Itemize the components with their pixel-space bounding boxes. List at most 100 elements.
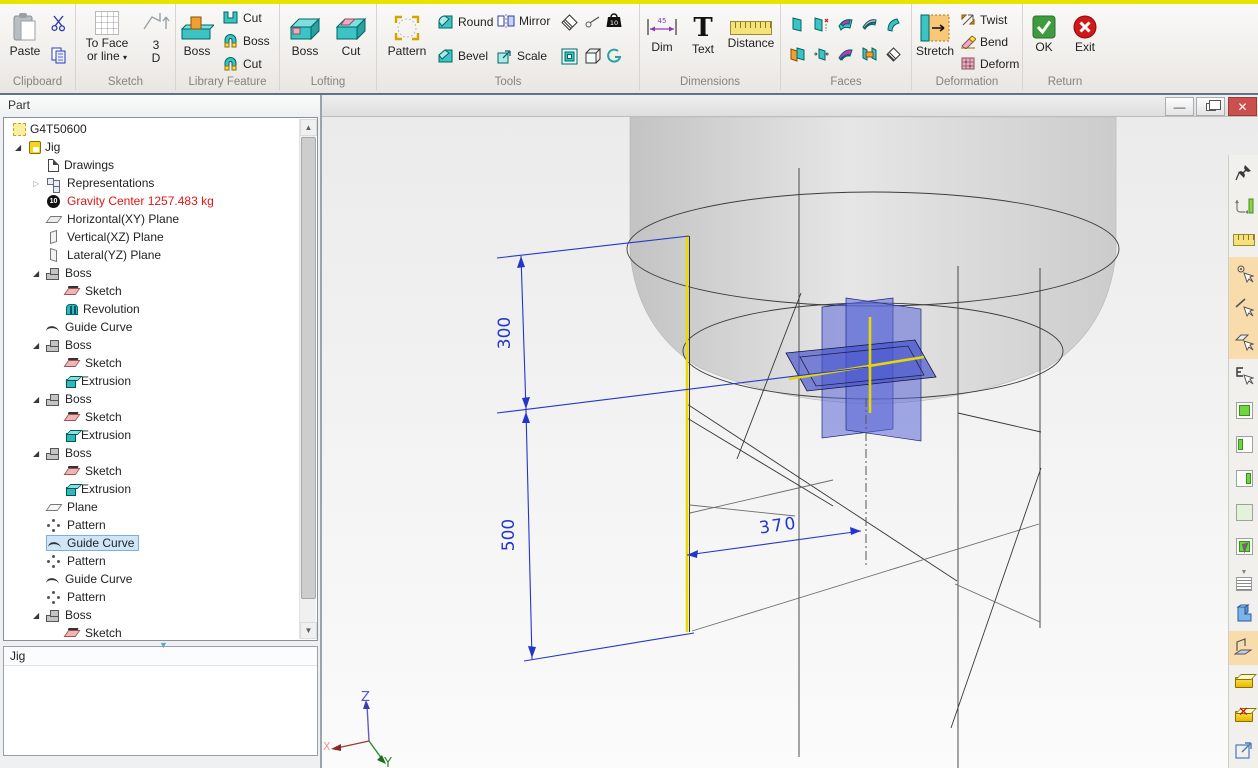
face-tool-8-button[interactable] [837, 46, 854, 62]
tree-item-root[interactable]: G4T50600 [5, 120, 299, 138]
scale-button[interactable]: Scale [497, 48, 547, 64]
deform-button[interactable]: Deform [960, 56, 1019, 71]
face-tool-1-button[interactable] [789, 16, 804, 33]
tree-item-jig[interactable]: ◢Jig [5, 138, 299, 156]
solid-tool-button[interactable] [1229, 597, 1258, 631]
copy-button[interactable] [50, 46, 68, 64]
dim-button[interactable]: 45 Dim [642, 10, 682, 76]
tree-scrollbar[interactable]: ▲ ▼ [299, 119, 316, 639]
pick-view-face-button[interactable] [1229, 529, 1258, 563]
face-tool-4-button[interactable] [861, 16, 878, 32]
tree-item-lateral-plane[interactable]: Lateral(YZ) Plane [5, 246, 299, 264]
view-right-button[interactable] [1229, 461, 1258, 495]
tree-item-extrusion[interactable]: Extrusion [5, 480, 299, 498]
face-tool-9-button[interactable] [861, 46, 878, 62]
tree-item-pattern[interactable]: Pattern [5, 552, 299, 570]
scrollbar-thumb[interactable] [301, 137, 316, 599]
dimension-value-500[interactable]: 500 [499, 519, 519, 551]
shell-button[interactable] [561, 48, 578, 65]
twist-button[interactable]: Twist [960, 12, 1007, 27]
tree-item-sketch[interactable]: Sketch [5, 462, 299, 480]
scroll-down-button[interactable]: ▼ [300, 622, 317, 639]
tree-item-guide-curve-selected[interactable]: Guide Curve [5, 534, 299, 552]
tree-item-boss[interactable]: ◢Boss [5, 390, 299, 408]
face-tool-3-button[interactable] [837, 16, 854, 32]
tree-item-extrusion[interactable]: Extrusion [5, 426, 299, 444]
round-button[interactable]: Round [437, 14, 493, 30]
minimize-button[interactable]: — [1165, 97, 1194, 116]
tree-item-vertical-plane[interactable]: Vertical(XZ) Plane [5, 228, 299, 246]
paste-button[interactable]: Paste [4, 8, 46, 72]
sketch-3d-button[interactable]: 3D [138, 6, 174, 80]
tree-item-gravity-center[interactable]: 10Gravity Center 1257.483 kg [5, 192, 299, 210]
view-left-button[interactable] [1229, 427, 1258, 461]
distance-button[interactable]: Distance [724, 10, 778, 76]
pattern-button[interactable]: Pattern [383, 8, 431, 76]
tree-item-guide-curve[interactable]: Guide Curve [5, 318, 299, 336]
face-tool-2-button[interactable] [813, 16, 830, 33]
tree-item-boss[interactable]: ◢Boss [5, 264, 299, 282]
close-button[interactable]: ✕ [1228, 97, 1257, 116]
wireframe-cube-button[interactable] [585, 48, 602, 65]
tree-item-pattern[interactable]: Pattern [5, 516, 299, 534]
library-magnet-boss-button[interactable]: Boss [222, 33, 270, 48]
exit-button[interactable]: Exit [1067, 10, 1103, 72]
tree-item-pattern[interactable]: Pattern [5, 588, 299, 606]
collapse-arrow-icon[interactable]: ▷ [33, 179, 46, 188]
face-tool-10-button[interactable] [885, 46, 902, 63]
weight-button[interactable]: 10 [605, 12, 623, 30]
expand-arrow-icon[interactable]: ◢ [33, 341, 46, 350]
stretch-button[interactable]: Stretch [914, 8, 956, 76]
bend-button[interactable]: Bend [960, 34, 1008, 49]
dimension-value-300[interactable]: 300 [495, 317, 515, 349]
select-face-button[interactable] [1229, 325, 1258, 359]
bevel-button[interactable]: Bevel [437, 48, 488, 64]
face-tool-5-button[interactable] [885, 16, 900, 32]
library-boss-button[interactable]: Boss [178, 8, 216, 76]
measure-tool-button[interactable] [1229, 223, 1258, 257]
tree-item-boss[interactable]: ◢Boss [5, 606, 299, 624]
tree-item-sketch[interactable]: Sketch [5, 282, 299, 300]
tree-item-plane[interactable]: Plane [5, 498, 299, 516]
library-magnet-cut-button[interactable]: Cut [222, 56, 262, 71]
expand-arrow-icon[interactable]: ◢ [33, 611, 46, 620]
loft-cut-button[interactable]: Cut [330, 8, 372, 76]
blank-face-button[interactable] [561, 14, 578, 31]
reorient-view-button[interactable] [1229, 189, 1258, 223]
expand-arrow-icon[interactable]: ◢ [33, 269, 46, 278]
tree-item-boss[interactable]: ◢Boss [5, 336, 299, 354]
view-iso-button[interactable] [1229, 495, 1258, 529]
tree-item-boss[interactable]: ◢Boss [5, 444, 299, 462]
mirror-button[interactable]: Mirror [497, 14, 550, 28]
tree-item-drawings[interactable]: Drawings [5, 156, 299, 174]
pin-toolbar-button[interactable] [1229, 155, 1258, 189]
tree-item-sketch[interactable]: Sketch [5, 354, 299, 372]
tree-item-revolution[interactable]: Revolution [5, 300, 299, 318]
face-tool-7-button[interactable] [813, 46, 830, 63]
view-front-button[interactable] [1229, 393, 1258, 427]
sketch-mode-button[interactable] [1229, 631, 1258, 665]
tree-item-guide-curve[interactable]: Guide Curve [5, 570, 299, 588]
restore-button[interactable] [1196, 97, 1225, 116]
cut-button[interactable] [50, 14, 68, 32]
tree-item-horizontal-plane[interactable]: Horizontal(XY) Plane [5, 210, 299, 228]
view-list-button[interactable]: ▼ [1229, 563, 1258, 597]
3d-viewport[interactable]: 300 500 370 Z Y X [322, 117, 1258, 768]
delete-section-button[interactable]: ✕ [1229, 699, 1258, 733]
expand-arrow-icon[interactable]: ◢ [33, 395, 46, 404]
select-vertex-button[interactable] [1229, 257, 1258, 291]
ok-button[interactable]: OK [1027, 10, 1061, 72]
sweep-button[interactable] [605, 48, 622, 64]
tree-item-sketch[interactable]: Sketch [5, 624, 299, 639]
to-face-or-line-button[interactable]: To Face or line ▾ [78, 6, 136, 80]
scroll-up-button[interactable]: ▲ [300, 119, 317, 136]
tree-item-sketch[interactable]: Sketch [5, 408, 299, 426]
select-feature-button[interactable] [1229, 359, 1258, 393]
expand-arrow-icon[interactable]: ◢ [15, 143, 28, 152]
select-edge-button[interactable] [1229, 291, 1258, 325]
loft-boss-button[interactable]: Boss [284, 8, 326, 76]
text-button[interactable]: T Text [686, 10, 720, 76]
selected-guide-curve[interactable] [687, 235, 690, 632]
tree-item-extrusion[interactable]: Extrusion [5, 372, 299, 390]
tree-item-representations[interactable]: ▷Representations [5, 174, 299, 192]
